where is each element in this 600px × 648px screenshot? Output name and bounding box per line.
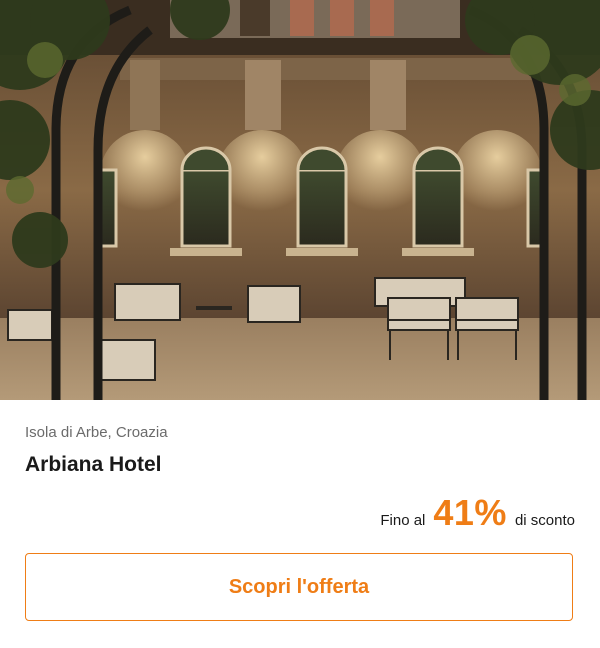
hotel-photo[interactable] (0, 0, 600, 400)
discount-prefix: Fino al (380, 512, 426, 529)
discover-offer-button[interactable]: Scopri l'offerta (25, 553, 573, 621)
offer-card[interactable]: Isola di Arbe, Croazia Arbiana Hotel Fin… (0, 0, 600, 648)
hotel-location: Isola di Arbe, Croazia (25, 424, 168, 441)
discount-info: Fino al 41% di sconto (380, 492, 575, 534)
hotel-name[interactable]: Arbiana Hotel (25, 453, 162, 477)
discount-value: 41% (433, 492, 507, 533)
discount-suffix: di sconto (514, 512, 575, 529)
hotel-terrace-illustration (0, 0, 600, 400)
